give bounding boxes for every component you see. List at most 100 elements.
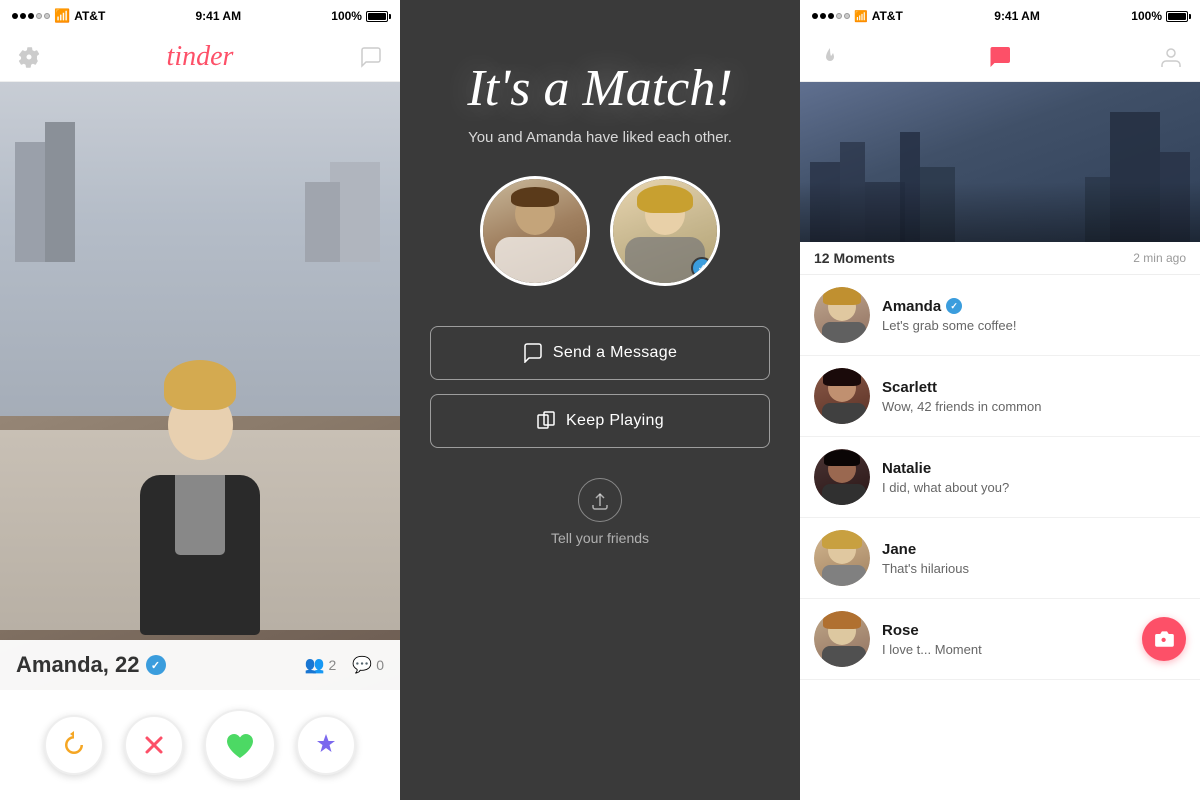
- moments-overlay: [800, 182, 1200, 242]
- jane-figure: [822, 536, 862, 586]
- amanda-verified: ✓: [946, 298, 962, 314]
- profile-card-area: Amanda, 22 ✓ 👥 2 💬 0: [0, 82, 400, 690]
- keep-playing-button[interactable]: Keep Playing: [430, 394, 770, 448]
- jane-head: [828, 536, 856, 564]
- left-battery-area: 100%: [331, 9, 388, 23]
- signal-dots: [12, 13, 50, 19]
- natalie-preview: I did, what about you?: [882, 480, 1186, 495]
- profile-photo: [0, 82, 400, 690]
- message-item-jane[interactable]: Jane That's hilarious: [800, 518, 1200, 599]
- building-2: [45, 122, 75, 262]
- left-panel: 📶 AT&T 9:41 AM 100% tinder: [0, 0, 400, 800]
- natalie-body: [822, 484, 866, 505]
- person-figure: [140, 360, 260, 635]
- building-4: [305, 182, 340, 262]
- mutual-friends: 👥 2: [305, 655, 337, 675]
- match-head: [645, 193, 685, 235]
- messages-icon-left[interactable]: [358, 44, 384, 70]
- rose-avatar: [814, 611, 870, 667]
- scarlett-avatar: [814, 368, 870, 424]
- messages-list: Amanda ✓ Let's grab some coffee!: [800, 275, 1200, 800]
- settings-button[interactable]: [16, 44, 42, 70]
- jane-message-content: Jane That's hilarious: [882, 541, 1186, 576]
- card-name-age: Amanda, 22 ✓: [16, 652, 166, 678]
- left-top-nav: tinder: [0, 32, 400, 82]
- profile-name: Amanda, 22: [16, 652, 140, 678]
- jane-preview: That's hilarious: [882, 561, 1186, 576]
- rose-avatar-img: [814, 611, 870, 667]
- like-button[interactable]: [204, 709, 276, 781]
- message-item-amanda[interactable]: Amanda ✓ Let's grab some coffee!: [800, 275, 1200, 356]
- send-message-button[interactable]: Send a Message: [430, 326, 770, 380]
- wifi-icon: 📶: [54, 8, 70, 24]
- camera-badge[interactable]: [1142, 617, 1186, 661]
- right-signal-dots: [812, 13, 850, 19]
- right-battery-icon: [1166, 11, 1188, 22]
- tinder-logo: tinder: [167, 41, 234, 73]
- amanda-body: [822, 322, 866, 343]
- rose-body: [822, 646, 866, 667]
- jane-avatar-img: [814, 530, 870, 586]
- amanda-preview: Let's grab some coffee!: [882, 318, 1186, 333]
- friends-icon: 👥: [305, 655, 325, 675]
- user-avatar: [480, 176, 590, 286]
- amanda-avatar-img: [814, 287, 870, 343]
- message-item-natalie[interactable]: Natalie I did, what about you?: [800, 437, 1200, 518]
- match-title: It's a Match!: [467, 60, 732, 117]
- card-meta: 👥 2 💬 0: [305, 655, 384, 675]
- right-battery-pct: 100%: [1131, 9, 1162, 23]
- amanda-avatar: [814, 287, 870, 343]
- boost-button[interactable]: [296, 715, 356, 775]
- rose-name: Rose: [882, 622, 1186, 639]
- tell-friends-label: Tell your friends: [551, 530, 649, 546]
- friends-count: 2: [328, 657, 336, 673]
- rose-head: [828, 617, 856, 645]
- user-avatar-photo: [483, 179, 587, 283]
- scarlett-body: [822, 403, 866, 424]
- signal-dot-3: [28, 13, 34, 19]
- verified-badge: ✓: [146, 655, 166, 675]
- send-message-label: Send a Message: [553, 344, 677, 362]
- moments-banner[interactable]: [800, 82, 1200, 242]
- middle-panel: It's a Match! You and Amanda have liked …: [400, 0, 800, 800]
- jacket: [140, 475, 260, 635]
- flame-icon[interactable]: [816, 44, 842, 70]
- amanda-figure: [822, 293, 862, 343]
- moments-time: 2 min ago: [1133, 251, 1186, 265]
- card-info-bar: Amanda, 22 ✓ 👥 2 💬 0: [0, 640, 400, 690]
- user-head: [515, 193, 555, 235]
- message-item-scarlett[interactable]: Scarlett Wow, 42 friends in common: [800, 356, 1200, 437]
- left-time: 9:41 AM: [196, 9, 242, 23]
- rose-figure: [822, 617, 862, 667]
- scarlett-preview: Wow, 42 friends in common: [882, 399, 1186, 414]
- interests-count: 0: [376, 657, 384, 673]
- left-status-bar: 📶 AT&T 9:41 AM 100%: [0, 0, 400, 32]
- right-top-nav: [800, 32, 1200, 82]
- rewind-button[interactable]: [44, 715, 104, 775]
- right-panel: 📶 AT&T 9:41 AM 100%: [800, 0, 1200, 800]
- natalie-figure: [822, 455, 862, 505]
- tell-friends-button[interactable]: Tell your friends: [551, 478, 649, 546]
- messages-badge[interactable]: [987, 44, 1013, 70]
- right-carrier-area: 📶 AT&T: [812, 9, 903, 23]
- moments-info-bar: 12 Moments 2 min ago: [800, 242, 1200, 275]
- mutual-interests: 💬 0: [352, 655, 384, 675]
- rose-preview: I love t... Moment: [882, 642, 1186, 657]
- right-battery-area: 100%: [1131, 9, 1188, 23]
- message-item-rose[interactable]: Rose I love t... Moment: [800, 599, 1200, 680]
- scarlett-figure: [822, 374, 862, 424]
- nope-button[interactable]: [124, 715, 184, 775]
- match-person-avatar: ✓: [610, 176, 720, 286]
- amanda-head: [828, 293, 856, 321]
- left-carrier-area: 📶 AT&T: [12, 8, 105, 24]
- amanda-message-content: Amanda ✓ Let's grab some coffee!: [882, 298, 1186, 333]
- upload-icon: [578, 478, 622, 522]
- profile-icon-right[interactable]: [1158, 44, 1184, 70]
- natalie-avatar: [814, 449, 870, 505]
- match-avatars: ✓: [480, 176, 720, 286]
- keep-playing-label: Keep Playing: [566, 412, 664, 430]
- profile-card[interactable]: Amanda, 22 ✓ 👥 2 💬 0: [0, 82, 400, 690]
- right-wifi-icon: 📶: [854, 10, 868, 23]
- scarlett-hair: [823, 368, 861, 386]
- jane-body: [822, 565, 866, 586]
